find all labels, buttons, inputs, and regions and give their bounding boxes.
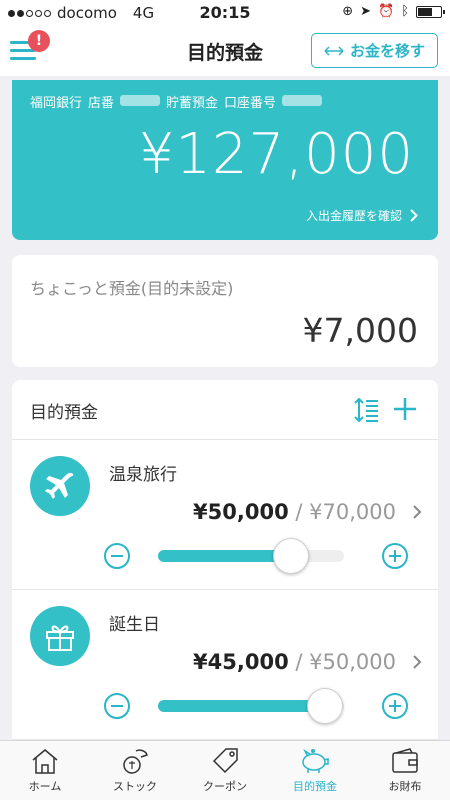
gift-icon <box>30 606 90 666</box>
goal-progress-slider[interactable] <box>158 538 344 574</box>
tab-wallet-label: お財布 <box>388 780 422 793</box>
battery-icon <box>416 5 445 18</box>
chevron-right-icon[interactable] <box>412 654 422 670</box>
goal-saved-amount: ¥45,000 <box>193 650 289 674</box>
account-number-redacted <box>282 95 323 106</box>
tab-wallet[interactable]: お財布 <box>360 741 450 800</box>
stock-icon <box>123 749 148 774</box>
goal-item[interactable]: 誕生日 ¥45,000 / ¥50,000 <box>12 590 438 740</box>
wallet-icon <box>392 748 418 773</box>
goal-saved-amount: ¥50,000 <box>193 500 289 524</box>
chevron-right-icon[interactable] <box>412 504 422 520</box>
decrease-button[interactable] <box>104 693 130 719</box>
tab-goal-savings[interactable]: 目的預金 <box>270 741 360 800</box>
location-icon: ➤ <box>360 4 371 19</box>
tab-bar: ホーム ストック クーポン 目的預金 お財布 <box>0 740 450 800</box>
tab-goal-savings-label: 目的預金 <box>293 780 337 793</box>
status-bar: docomo 4G 20:15 ⊕ ➤ ⏰ ᛒ <box>0 0 450 26</box>
goal-progress-slider[interactable] <box>158 688 344 724</box>
goals-section: 目的預金 温泉旅行 ¥50,000 / ¥70,000 誕生日 ¥45,000 … <box>12 380 438 740</box>
tab-home-label: ホーム <box>28 780 62 793</box>
goal-name: 温泉旅行 <box>109 465 177 485</box>
transaction-history-label: 入出金履歴を確認 <box>305 209 402 223</box>
home-icon <box>32 749 58 774</box>
decrease-button[interactable] <box>104 543 130 569</box>
sort-icon[interactable] <box>352 396 380 428</box>
goal-amounts: ¥45,000 / ¥50,000 <box>193 650 396 674</box>
piggy-bank-icon <box>302 749 329 773</box>
branch-label: 店番 <box>88 96 115 111</box>
account-type: 貯蓄預金 <box>166 96 219 111</box>
increase-button[interactable] <box>382 543 408 569</box>
slider-fill <box>158 550 291 562</box>
slider-thumb[interactable] <box>272 538 309 574</box>
account-number-label: 口座番号 <box>224 96 277 111</box>
transfer-money-button[interactable]: お金を移す <box>310 33 438 68</box>
unassigned-savings-amount: ¥7,000 <box>302 311 418 350</box>
goal-target-amount: ¥70,000 <box>309 500 396 524</box>
bluetooth-icon: ᛒ <box>401 4 409 19</box>
transfer-arrows-icon <box>324 45 344 56</box>
branch-number-redacted <box>120 95 161 106</box>
tab-coupon-label: クーポン <box>203 780 247 793</box>
goal-name: 誕生日 <box>109 615 160 635</box>
goal-amounts: ¥50,000 / ¥70,000 <box>193 500 396 524</box>
goal-item[interactable]: 温泉旅行 ¥50,000 / ¥70,000 <box>12 440 438 590</box>
goal-amount-separator: / <box>295 650 303 674</box>
chevron-right-icon <box>410 209 418 222</box>
bank-name: 福岡銀行 <box>30 96 83 111</box>
tab-stock-label: ストック <box>113 780 157 793</box>
transaction-history-link[interactable]: 入出金履歴を確認 <box>306 207 418 224</box>
account-balance: ¥127,000 <box>138 122 414 187</box>
slider-fill <box>158 700 326 712</box>
slider-thumb[interactable] <box>307 688 344 724</box>
account-card: 福岡銀行 店番 貯蓄預金 口座番号 ¥127,000 入出金履歴を確認 <box>12 80 438 240</box>
tab-coupon[interactable]: クーポン <box>180 741 270 800</box>
tab-home[interactable]: ホーム <box>0 741 90 800</box>
airplane-icon <box>30 456 90 516</box>
account-info: 福岡銀行 店番 貯蓄預金 口座番号 <box>30 92 323 111</box>
coupon-icon <box>212 748 238 774</box>
goal-amount-separator: / <box>295 500 303 524</box>
unassigned-savings-card[interactable]: ちょこっと預金(目的未設定) ¥7,000 <box>12 255 438 367</box>
increase-button[interactable] <box>382 693 408 719</box>
alarm-icon: ⏰ <box>378 4 395 19</box>
nav-bar: ! 目的預金 お金を移す <box>0 26 450 76</box>
unassigned-savings-label: ちょこっと預金(目的未設定) <box>30 279 234 298</box>
goals-header: 目的預金 <box>12 380 438 440</box>
goals-title: 目的預金 <box>30 403 98 423</box>
tab-stock[interactable]: ストック <box>90 741 180 800</box>
status-right: ⊕ ➤ ⏰ ᛒ <box>342 4 445 19</box>
transfer-money-label: お金を移す <box>349 42 425 60</box>
goal-target-amount: ¥50,000 <box>309 650 396 674</box>
add-goal-icon[interactable] <box>392 396 418 426</box>
rotation-lock-icon: ⊕ <box>342 4 354 19</box>
